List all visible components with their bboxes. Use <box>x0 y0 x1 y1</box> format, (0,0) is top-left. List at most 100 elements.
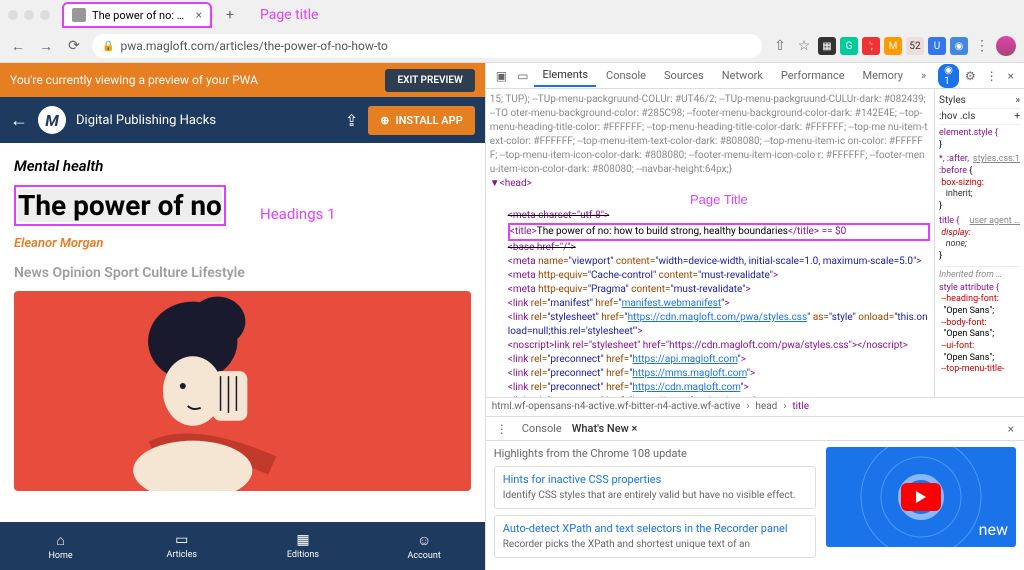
article-author: Eleanor Morgan <box>14 236 471 251</box>
drawer-tab-console[interactable]: Console <box>522 422 562 435</box>
css-rule-1[interactable]: styles.css:1 *, :after, :before { box-si… <box>939 154 1020 212</box>
devtools-tabs: ▣ ▭ Elements Console Sources Network Per… <box>486 63 1024 89</box>
nav-account[interactable]: ☺ Account <box>364 522 485 570</box>
nav-reload-button[interactable]: ⟳ <box>64 36 84 56</box>
drawer-more-icon[interactable]: ⋮ <box>492 422 512 436</box>
share-icon[interactable]: ⇧ <box>770 36 790 56</box>
bottom-nav: ⌂ Home ▭ Articles ▦ Editions ☺ Account <box>0 522 485 570</box>
settings-icon[interactable]: ⚙ <box>961 69 980 83</box>
warning-badge[interactable]: ◉ 1 <box>938 64 959 88</box>
base-href[interactable]: <base href="/"> <box>508 241 930 255</box>
nav-back-button[interactable]: ← <box>8 36 28 56</box>
tab-close-icon[interactable]: × <box>196 8 202 22</box>
meta-pragma[interactable]: <meta http-equiv="Pragma" content="must-… <box>508 283 930 297</box>
preview-bar: You're currently viewing a preview of yo… <box>0 63 485 97</box>
extension-icons: ⇧ ☆ ▦ G '; M 52 U ◉ ⋮ <box>770 36 1016 56</box>
lock-icon: 🔒 <box>102 41 114 52</box>
install-icon: ⊕ <box>380 114 389 127</box>
tab-console[interactable]: Console <box>598 65 654 86</box>
drawer-close-icon[interactable]: × <box>1004 422 1018 436</box>
css-rule-vars[interactable]: style attribute { --heading-font: "Open … <box>939 283 1020 377</box>
link-manifest[interactable]: <link rel="manifest" href="manifest.webm… <box>508 297 930 311</box>
nav-label: Account <box>408 551 441 561</box>
dt-more-icon[interactable]: ⋮ <box>982 69 1002 83</box>
highlights-title: Highlights from the Chrome 108 update <box>494 447 816 460</box>
preview-message: You're currently viewing a preview of yo… <box>10 73 258 87</box>
nav-forward-button[interactable]: → <box>36 36 56 56</box>
styles-header: Styles» <box>939 93 1020 109</box>
browser-tab[interactable]: The power of no: how to build × <box>62 2 212 28</box>
minimize-window-icon[interactable] <box>24 10 34 20</box>
close-window-icon[interactable] <box>8 10 18 20</box>
tab-memory[interactable]: Memory <box>855 65 911 86</box>
preconnect-0[interactable]: <link rel="preconnect" href="https://api… <box>508 353 930 367</box>
headline-highlight: The power of no <box>14 185 226 226</box>
preconnect-2[interactable]: <link rel="preconnect" href="https://cdn… <box>508 381 930 395</box>
app-header: ← M Digital Publishing Hacks ⇪ ⊕ INSTALL… <box>0 97 485 143</box>
article-category: Mental health <box>14 157 471 175</box>
profile-avatar[interactable] <box>996 36 1016 56</box>
meta-charset[interactable]: <meta charset="utf-8"> <box>508 209 930 223</box>
maximize-window-icon[interactable] <box>40 10 50 20</box>
noscript[interactable]: <noscript>link rel="stylesheet" href="ht… <box>508 339 930 353</box>
tab-elements[interactable]: Elements <box>534 64 596 87</box>
nav-bar: ← → ⟳ 🔒 pwa.magloft.com/articles/the-pow… <box>0 30 1024 62</box>
highlight-card[interactable]: Auto-detect XPath and text selectors in … <box>494 515 816 558</box>
styles-filter: :hov .cls+ <box>939 109 1020 125</box>
app-logo-icon: M <box>38 106 66 134</box>
pwa-preview-panel: You're currently viewing a preview of yo… <box>0 63 485 570</box>
app-title: Digital Publishing Hacks <box>76 113 335 128</box>
more-icon[interactable]: ⋮ <box>972 36 992 56</box>
tab-network[interactable]: Network <box>714 65 771 86</box>
article-headline: The power of no <box>18 189 222 222</box>
ext-icon-3[interactable]: '; <box>862 37 880 55</box>
tab-performance[interactable]: Performance <box>773 65 853 86</box>
preconnect-1[interactable]: <link rel="preconnect" href="https://mms… <box>508 367 930 381</box>
nav-editions[interactable]: ▦ Editions <box>242 522 363 570</box>
dom-breadcrumb[interactable]: html.wf-opensans-n4-active.wf-bitter-n4-… <box>486 397 1024 416</box>
drawer-tab-whatsnew[interactable]: What's New × <box>572 422 638 435</box>
browser-chrome: The power of no: how to build × + Page t… <box>0 0 1024 63</box>
new-tab-button[interactable]: + <box>220 5 240 25</box>
nav-articles[interactable]: ▭ Articles <box>121 522 242 570</box>
ext-icon-2[interactable]: G <box>840 37 858 55</box>
promo-video[interactable]: new <box>826 447 1016 547</box>
html-tree[interactable]: 15; TUP); --TUp-menu-packgruund-COLUr: #… <box>486 89 934 397</box>
close-devtools-icon[interactable]: × <box>1004 69 1018 83</box>
link-stylesheet[interactable]: <link rel="stylesheet" href="https://cdn… <box>508 311 930 339</box>
app-back-button[interactable]: ← <box>10 110 28 131</box>
meta-cache[interactable]: <meta http-equiv="Cache-control" content… <box>508 269 930 283</box>
url-text: pwa.magloft.com/articles/the-power-of-no… <box>120 39 387 53</box>
css-vars-comment: 15; TUP); --TUp-menu-packgruund-COLUr: #… <box>490 93 930 177</box>
ext-icon-5[interactable]: 52 <box>906 37 924 55</box>
meta-viewport[interactable]: <meta name="viewport" content="width=dev… <box>508 255 930 269</box>
ext-icon-6[interactable]: U <box>928 37 946 55</box>
whats-new-panel: Highlights from the Chrome 108 update Hi… <box>486 440 1024 570</box>
console-drawer-tabs: ⋮ Console What's New × × <box>486 416 1024 440</box>
styles-panel[interactable]: Styles» :hov .cls+ element.style {} styl… <box>934 89 1024 397</box>
css-rule-ua[interactable]: user agent … title { display: none;} <box>939 216 1020 263</box>
article-image <box>14 291 471 491</box>
exit-preview-button[interactable]: EXIT PREVIEW <box>385 69 474 92</box>
bookmark-icon[interactable]: ☆ <box>794 36 814 56</box>
url-bar[interactable]: 🔒 pwa.magloft.com/articles/the-power-of-… <box>92 34 762 58</box>
highlight-card[interactable]: Hints for inactive CSS properties Identi… <box>494 466 816 509</box>
ext-icon-7[interactable]: ◉ <box>950 37 968 55</box>
home-icon: ⌂ <box>56 532 64 549</box>
share-button[interactable]: ⇪ <box>345 111 358 130</box>
tab-more[interactable]: » <box>913 65 934 86</box>
install-label: INSTALL APP <box>395 114 462 127</box>
ext-icon-4[interactable]: M <box>884 37 902 55</box>
install-app-button[interactable]: ⊕ INSTALL APP <box>368 106 475 135</box>
device-icon[interactable]: ▭ <box>513 69 532 83</box>
annotation-page-title: Page title <box>260 7 319 23</box>
tab-sources[interactable]: Sources <box>656 65 712 86</box>
inspect-icon[interactable]: ▣ <box>492 69 511 83</box>
devtools-body: 15; TUP); --TUp-menu-packgruund-COLUr: #… <box>486 89 1024 397</box>
title-element[interactable]: <title>The power of no: how to build str… <box>508 223 930 241</box>
editions-icon: ▦ <box>296 532 309 548</box>
nav-home[interactable]: ⌂ Home <box>0 522 121 570</box>
ext-icon-1[interactable]: ▦ <box>818 37 836 55</box>
element-style[interactable]: element.style {} <box>939 128 1020 151</box>
head-tag[interactable]: ▼<head> <box>490 177 930 191</box>
